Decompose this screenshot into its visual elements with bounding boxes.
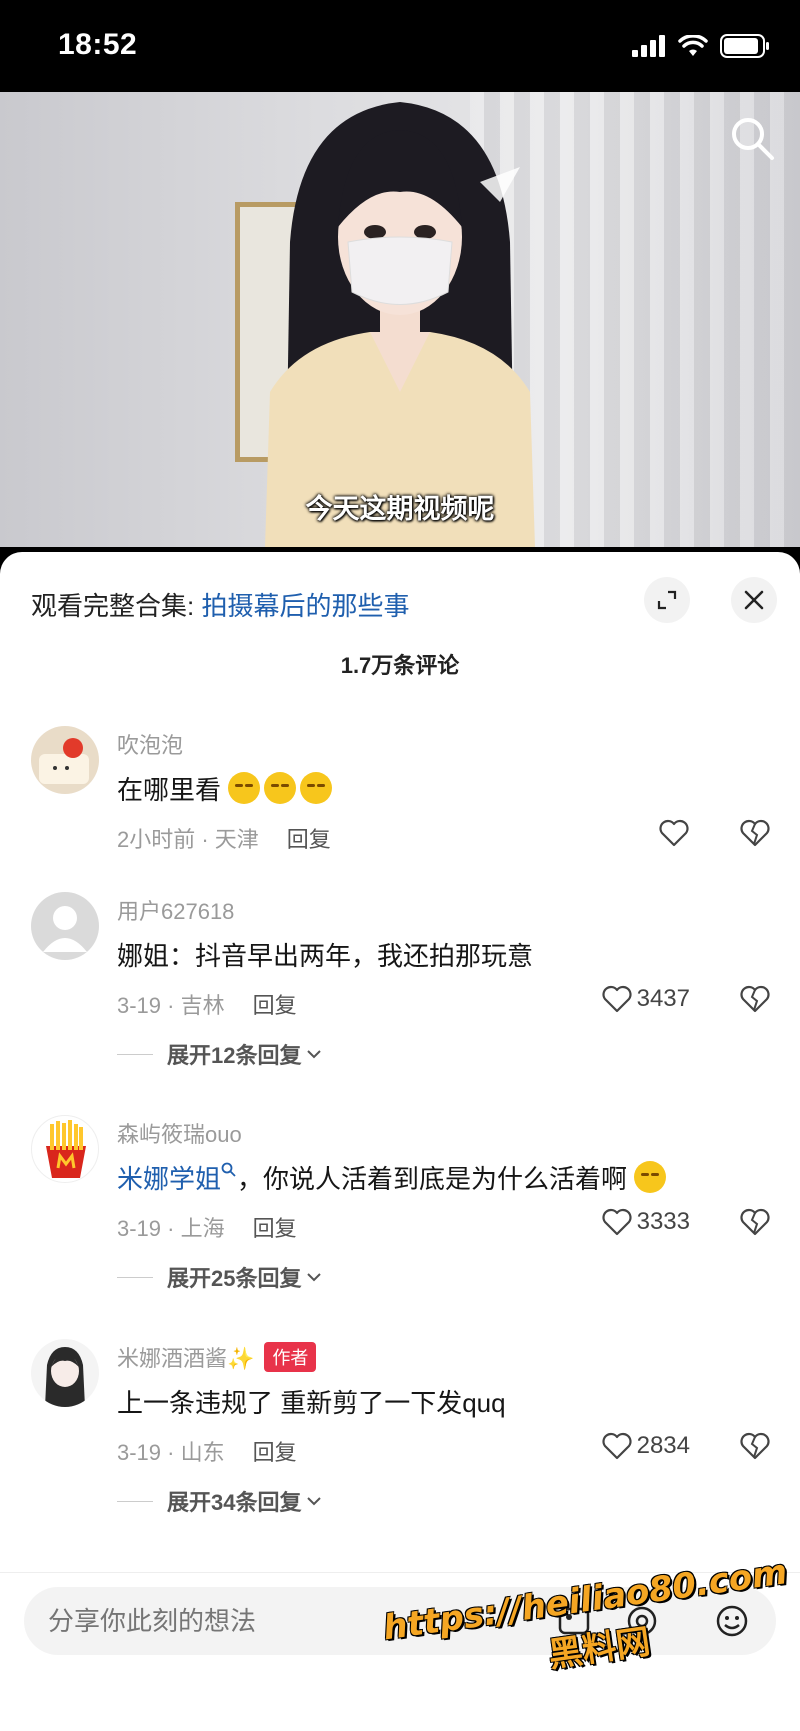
like-count: 2834 xyxy=(636,1432,690,1459)
close-icon xyxy=(744,590,764,610)
expand-divider xyxy=(117,1276,153,1278)
dislike-button[interactable] xyxy=(739,984,771,1019)
expand-divider xyxy=(117,1053,153,1055)
collection-link[interactable]: 拍摄幕后的那些事 xyxy=(201,591,409,621)
comment-username[interactable]: 森屿筱瑞ouo xyxy=(117,1117,242,1149)
avatar[interactable] xyxy=(31,1339,99,1407)
dislike-button[interactable] xyxy=(739,818,771,853)
expand-icon xyxy=(657,590,677,610)
broken-heart-icon xyxy=(740,985,770,1013)
comment-username[interactable]: 米娜酒酒酱✨ 作者 xyxy=(117,1341,317,1373)
like-count: 3437 xyxy=(636,985,690,1012)
expand-replies-label: 展开12条回复 xyxy=(167,1043,302,1068)
search-icon xyxy=(221,1162,236,1177)
comment-sheet: 观看完整合集: 拍摄幕后的那些事 1.7万条评论 吹泡泡 在哪里看 2小时前 ·… xyxy=(0,552,800,1731)
chevron-down-icon xyxy=(307,1497,322,1506)
comment-body: 上一条违规了 重新剪了一下发quq xyxy=(117,1388,506,1418)
comment-meta: 2小时前 · 天津 回复 xyxy=(117,822,331,854)
emoji-icon xyxy=(228,772,261,804)
like-count: 3333 xyxy=(636,1208,690,1235)
mention-link[interactable]: 米娜学姐 xyxy=(117,1164,221,1194)
chevron-down-icon xyxy=(307,1050,322,1059)
status-icons xyxy=(632,34,770,58)
heart-icon xyxy=(602,1208,632,1236)
like-button[interactable] xyxy=(658,818,690,848)
broken-heart-icon xyxy=(740,1208,770,1236)
comment-count: 1.7万条评论 xyxy=(340,653,460,678)
status-bar: 18:52 xyxy=(0,0,800,92)
avatar[interactable] xyxy=(31,1115,99,1183)
like-button[interactable]: 2834 xyxy=(601,1431,690,1461)
comment-meta: 3-19 · 山东 回复 xyxy=(117,1435,297,1467)
like-button[interactable]: 3333 xyxy=(601,1207,690,1237)
comment-body: 在哪里看 xyxy=(117,775,222,805)
heart-icon xyxy=(602,985,632,1013)
expand-replies-label: 展开25条回复 xyxy=(167,1266,302,1291)
collection-header[interactable]: 观看完整合集: 拍摄幕后的那些事 xyxy=(31,586,409,623)
battery-icon xyxy=(720,34,769,58)
expand-divider xyxy=(117,1500,153,1502)
video-player[interactable]: 今天这期视频呢 xyxy=(0,92,800,547)
wifi-icon xyxy=(678,35,708,56)
comment-time-location: 3-19 · 吉林 xyxy=(117,993,225,1018)
expand-button[interactable] xyxy=(644,577,690,623)
comment-time-location: 3-19 · 山东 xyxy=(117,1440,225,1465)
comment-username[interactable]: 用户627618 xyxy=(117,894,234,926)
comment-text: 在哪里看 xyxy=(117,770,336,807)
heart-icon xyxy=(659,819,689,847)
reply-button[interactable]: 回复 xyxy=(253,993,297,1018)
expand-replies-button[interactable]: 展开12条回复 xyxy=(117,1038,323,1070)
heart-icon xyxy=(602,1432,632,1460)
comment-meta: 3-19 · 上海 回复 xyxy=(117,1211,297,1243)
comment-meta: 3-19 · 吉林 回复 xyxy=(117,988,297,1020)
video-caption: 今天这期视频呢 xyxy=(305,494,495,524)
comment-time-location: 3-19 · 上海 xyxy=(117,1216,225,1241)
reply-button[interactable]: 回复 xyxy=(253,1440,297,1465)
close-button[interactable] xyxy=(731,577,777,623)
expand-replies-button[interactable]: 展开25条回复 xyxy=(117,1261,323,1293)
expand-replies-button[interactable]: 展开34条回复 xyxy=(117,1485,323,1517)
broken-heart-icon xyxy=(740,819,770,847)
emoji-icon xyxy=(300,772,333,804)
chevron-down-icon xyxy=(307,1273,322,1282)
collection-prefix: 观看完整合集: xyxy=(31,591,202,621)
like-button[interactable]: 3437 xyxy=(601,984,690,1014)
search-icon[interactable] xyxy=(728,114,776,162)
video-person xyxy=(265,102,535,547)
status-time: 18:52 xyxy=(58,28,138,61)
reply-button[interactable]: 回复 xyxy=(253,1216,297,1241)
emoji-icon xyxy=(264,772,297,804)
comment-time-location: 2小时前 · 天津 xyxy=(117,827,259,852)
avatar[interactable] xyxy=(31,726,99,794)
comment-username[interactable]: 吹泡泡 xyxy=(117,728,183,760)
comment-username-text: 米娜酒酒酱✨ xyxy=(117,1346,255,1371)
comment-text: 米娜学姐 ，你说人活着到底是为什么活着啊 xyxy=(117,1159,670,1196)
avatar[interactable] xyxy=(31,892,99,960)
signal-icon xyxy=(632,35,665,57)
broken-heart-icon xyxy=(740,1432,770,1460)
reply-button[interactable]: 回复 xyxy=(287,827,331,852)
crying-emoji-icon xyxy=(634,1161,667,1193)
expand-replies-label: 展开34条回复 xyxy=(167,1490,302,1515)
dislike-button[interactable] xyxy=(739,1431,771,1466)
dislike-button[interactable] xyxy=(739,1207,771,1242)
comment-body: 娜姐：抖音早出两年，我还拍那玩意 xyxy=(117,941,534,971)
comment-body: ，你说人活着到底是为什么活着啊 xyxy=(237,1164,628,1194)
author-badge: 作者 xyxy=(264,1342,317,1372)
